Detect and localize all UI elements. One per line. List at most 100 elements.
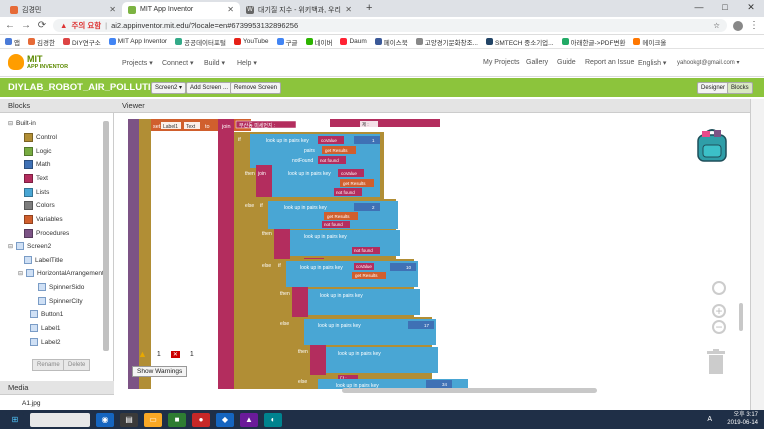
browser-tab[interactable]: 김경민 ✕ [4, 2, 122, 17]
bookmark-item[interactable]: 네이버 [305, 37, 332, 47]
workspace-horizontal-scrollbar[interactable] [342, 388, 597, 393]
app-icon[interactable]: ◐ [264, 412, 282, 427]
trash-icon[interactable] [706, 349, 726, 375]
close-window-button[interactable]: ✕ [738, 0, 764, 15]
tree-component[interactable]: ⊟ HorizontalArrangement [18, 269, 104, 277]
show-warnings-button[interactable]: Show Warnings [132, 366, 188, 377]
bookmark-item[interactable]: YouTube [233, 38, 269, 45]
warning-icon[interactable]: ▲ [60, 21, 67, 30]
bookmark-item[interactable]: 메이크올 [633, 37, 666, 47]
maximize-button[interactable]: □ [712, 0, 738, 15]
security-label[interactable]: 주의 요함 [71, 20, 101, 31]
url-bar[interactable]: ▲ 주의 요함 | ai2.appinventor.mit.edu/?local… [53, 19, 727, 32]
bookmark-item[interactable]: MIT App Inventor [108, 38, 167, 45]
tree-component[interactable]: Label2 [30, 338, 61, 346]
close-tab-icon[interactable]: ✕ [109, 5, 116, 14]
tree-text[interactable]: Text [24, 174, 48, 183]
url-text[interactable]: ai2.appinventor.mit.edu/?locale=en#67399… [111, 21, 298, 30]
bookmark-star-icon[interactable]: ☆ [713, 21, 720, 30]
tree-builtin[interactable]: ⊟ Built-in [8, 120, 36, 127]
tree-component[interactable]: LabelTitle [24, 256, 63, 264]
menu-connect[interactable]: Connect ▾ [162, 59, 194, 67]
join-block[interactable] [218, 119, 234, 389]
page-scrollbar[interactable] [750, 99, 764, 410]
join-block[interactable] [274, 229, 290, 259]
designer-button[interactable]: Designer [697, 82, 730, 94]
blocks-workspace[interactable]: set Label1 Text to join 부산동 미세먼지 : 제 : i… [114, 113, 750, 397]
bookmark-item[interactable]: 페이스북 [374, 37, 408, 47]
app-icon[interactable]: ● [192, 412, 210, 427]
menu-gallery[interactable]: Gallery [526, 59, 548, 66]
chrome-icon[interactable]: ◉ [96, 412, 114, 427]
browser-menu-icon[interactable]: ⋮ [749, 20, 759, 31]
close-tab-icon[interactable]: ✕ [345, 5, 352, 14]
backpack-icon[interactable] [692, 125, 732, 165]
screen-select[interactable]: Screen2 ▾ [151, 82, 187, 94]
close-tab-icon[interactable]: ✕ [227, 5, 234, 14]
menu-report-issue[interactable]: Report an Issue [585, 59, 634, 66]
blocks-tree-scrollbar[interactable] [103, 121, 109, 351]
bookmark-item[interactable]: SMTECH 중소기업... [485, 37, 554, 47]
tree-lists[interactable]: Lists [24, 188, 49, 197]
tree-procedures[interactable]: Procedures [24, 229, 69, 238]
app-icon[interactable]: ▲ [240, 412, 258, 427]
browser-tab[interactable]: W 대기질 지수 - 위키백과, 우리 모두 ✕ [240, 2, 358, 17]
tree-component[interactable]: SpinnerCity [38, 297, 83, 305]
bookmark-item[interactable]: 앱 [5, 37, 20, 47]
text-block[interactable] [330, 119, 440, 127]
bookmark-item[interactable]: 김경한 [27, 37, 55, 47]
math-block[interactable] [408, 321, 434, 329]
taskbar-search[interactable] [30, 412, 90, 427]
browser-tab-active[interactable]: MIT App Inventor ✕ [122, 2, 240, 17]
menu-projects[interactable]: Projects ▾ [122, 59, 153, 67]
menu-my-projects[interactable]: My Projects [483, 59, 520, 66]
warning-icon[interactable]: ▲ [138, 349, 147, 359]
new-tab-button[interactable]: + [366, 2, 372, 14]
collapse-icon[interactable]: ⊟ [8, 243, 13, 250]
tree-math[interactable]: Math [24, 160, 50, 169]
forward-icon[interactable]: → [21, 20, 31, 31]
collapse-icon[interactable]: ⊟ [18, 270, 23, 277]
zoom-out-icon[interactable]: − [712, 320, 726, 334]
tree-component[interactable]: Label1 [30, 324, 61, 332]
system-clock[interactable]: 오후 3:17 2019-06-14 [727, 411, 758, 427]
minimize-button[interactable]: — [686, 0, 712, 15]
recenter-icon[interactable] [712, 281, 726, 295]
menu-build[interactable]: Build ▾ [204, 59, 225, 67]
ime-indicator[interactable]: A [707, 416, 712, 423]
collapse-icon[interactable]: ⊟ [8, 120, 13, 127]
delete-button[interactable]: Delete [63, 359, 91, 371]
tree-variables[interactable]: Variables [24, 215, 63, 224]
bookmark-item[interactable]: 고양경기문화창조... [415, 37, 478, 47]
math-block[interactable] [354, 203, 380, 211]
app-inventor-logo[interactable]: MIT APP INVENTOR [8, 54, 68, 70]
bookmark-item[interactable]: 아래한글->PDF변환 [561, 37, 625, 47]
bookmark-item[interactable]: Daum [340, 38, 367, 45]
tree-screen2[interactable]: ⊟ Screen2 [8, 242, 51, 250]
tree-control[interactable]: Control [24, 133, 57, 142]
menu-account[interactable]: yahookgt@gmail.com ▾ [677, 59, 739, 66]
math-block[interactable] [354, 136, 380, 144]
join-block[interactable] [292, 287, 308, 317]
explorer-icon[interactable]: ▤ [120, 412, 138, 427]
tree-logic[interactable]: Logic [24, 147, 52, 156]
join-block[interactable] [310, 345, 326, 375]
workspace-vertical-scrollbar[interactable] [739, 303, 743, 331]
bookmark-item[interactable]: 공공데이터포털 [175, 37, 226, 47]
profile-avatar[interactable] [733, 20, 743, 31]
tree-component[interactable]: SpinnerSido [38, 283, 84, 291]
rename-button[interactable]: Rename [32, 359, 65, 371]
bookmark-item[interactable]: DIY연구소 [62, 37, 101, 47]
back-icon[interactable]: ← [5, 20, 15, 31]
math-block[interactable] [426, 380, 452, 388]
menu-language[interactable]: English ▾ [638, 59, 666, 67]
error-icon[interactable]: ✕ [170, 350, 180, 358]
media-file-item[interactable]: A1.jpg [22, 400, 40, 407]
menu-help[interactable]: Help ▾ [237, 59, 257, 67]
tree-colors[interactable]: Colors [24, 201, 55, 210]
zoom-in-icon[interactable]: + [712, 304, 726, 318]
app-icon[interactable]: ■ [168, 412, 186, 427]
reload-icon[interactable]: ⟳ [37, 20, 47, 31]
tree-component[interactable]: Button1 [30, 310, 63, 318]
math-block[interactable] [390, 263, 416, 271]
